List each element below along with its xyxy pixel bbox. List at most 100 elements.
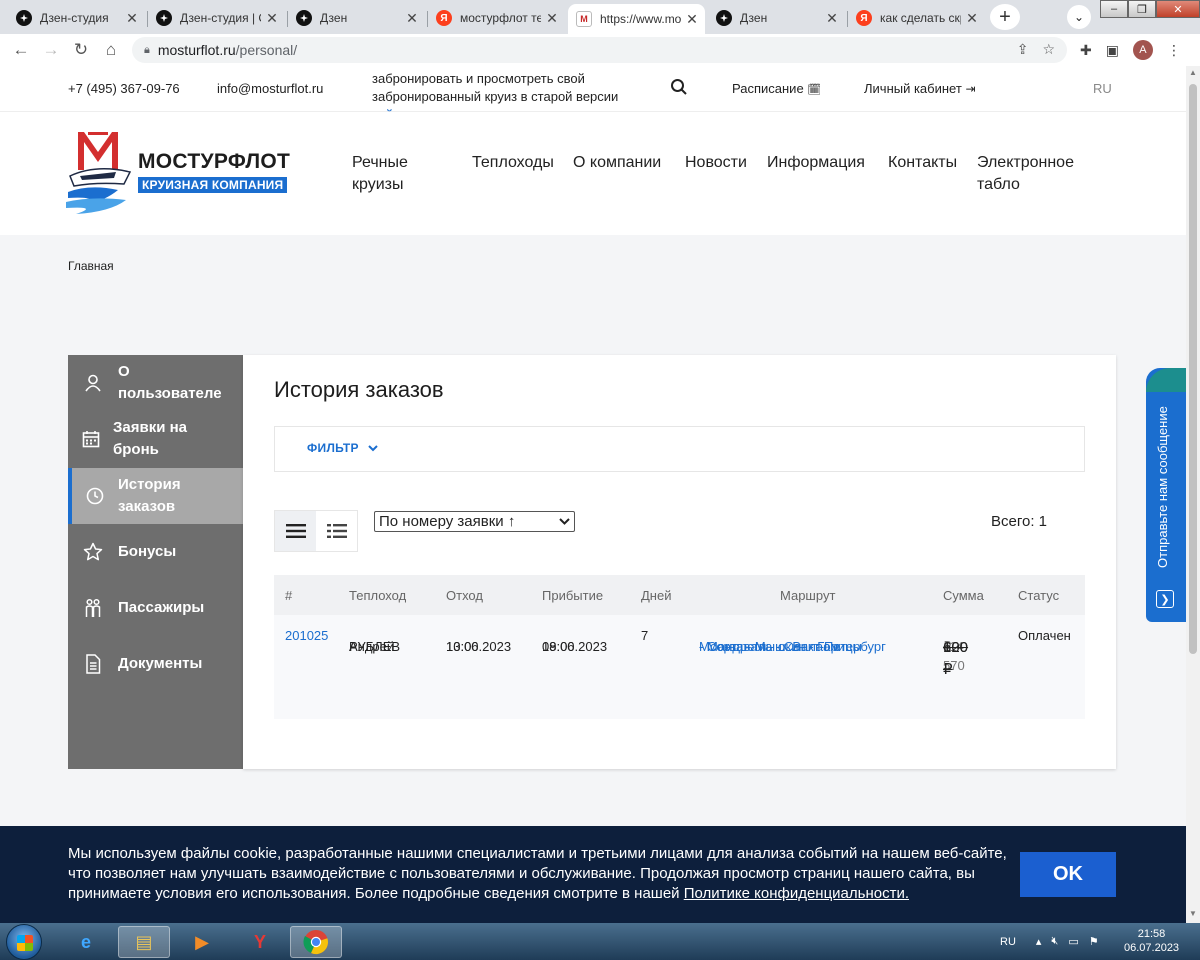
column-header: Теплоход <box>349 588 407 603</box>
login-icon: ⇥ <box>965 82 976 96</box>
route-links[interactable]: Москва - Мышкин - Горицы - Мандроги - о.… <box>699 626 919 664</box>
sidebar-item-order-history[interactable]: История заказов <box>68 468 243 524</box>
filter-bar: ФИЛЬТР <box>274 426 1085 472</box>
browser-tab-active[interactable]: М https://www.mo ✕ <box>568 4 705 34</box>
arrow-up-icon[interactable]: ▴ <box>1036 935 1042 948</box>
search-icon[interactable] <box>670 78 688 101</box>
yandex-icon: Я <box>436 10 452 26</box>
column-header: # <box>285 588 293 603</box>
sort-select[interactable]: По номеру заявки ↑ <box>374 511 575 532</box>
browser-tab-title: мостурфлот теп <box>460 11 541 25</box>
network-icon[interactable]: ▭ <box>1068 935 1078 948</box>
language-switch[interactable]: RU <box>1093 81 1112 96</box>
lock-icon[interactable]: 🔒︎ <box>144 44 150 57</box>
share-icon[interactable]: ⇪ <box>1017 41 1029 58</box>
close-icon[interactable]: ✕ <box>825 10 839 27</box>
nav-item-info[interactable]: Информация <box>767 152 865 174</box>
logo-brand: МОСТУРФЛОТ <box>138 150 291 173</box>
sidebar-item-documents[interactable]: Документы <box>68 651 243 677</box>
internet-explorer-icon[interactable]: e <box>60 926 112 958</box>
browser-tab[interactable]: Дзен-студия ✕ <box>8 4 145 32</box>
nav-item-ships[interactable]: Теплоходы <box>472 152 554 174</box>
site-logo[interactable]: МОСТУРФЛОТ КРУИЗНАЯ КОМПАНИЯ <box>66 126 296 216</box>
close-icon[interactable]: ✕ <box>685 11 699 28</box>
browser-tab[interactable]: Я мостурфлот теп ✕ <box>428 4 565 32</box>
maximize-button[interactable]: ❐ <box>1128 0 1156 18</box>
profile-avatar[interactable]: A <box>1132 40 1153 60</box>
sidebar-item-passengers[interactable]: Пассажиры <box>68 595 243 621</box>
nav-item-news[interactable]: Новости <box>685 152 747 174</box>
sidebar-item-profile[interactable]: Опользователе <box>68 363 243 403</box>
browser-tab[interactable]: Дзен-студия | С ✕ <box>148 4 285 32</box>
media-player-icon[interactable]: ▶ <box>176 926 228 958</box>
personal-cabinet-link[interactable]: Личный кабинет ⇥ <box>864 81 976 96</box>
browser-tab[interactable]: Дзен ✕ <box>288 4 425 32</box>
nav-item-cruises[interactable]: Речные круизы <box>352 152 408 196</box>
yandex-browser-icon[interactable]: Y <box>234 926 286 958</box>
start-button[interactable] <box>6 924 42 960</box>
close-icon[interactable]: ✕ <box>125 10 139 27</box>
browser-tab-title: https://www.mo <box>600 12 681 26</box>
column-header: Дней <box>641 588 672 603</box>
breadcrumb[interactable]: Главная <box>68 259 114 273</box>
email-link[interactable]: info@mosturflot.ru <box>217 81 323 96</box>
close-icon[interactable]: ✕ <box>265 10 279 27</box>
home-icon[interactable]: ⌂ <box>96 40 126 60</box>
browser-tab[interactable]: Дзен ✕ <box>708 4 845 32</box>
cookie-banner: Мы используем файлы cookie, разработанны… <box>0 826 1186 923</box>
browser-tab-title: Дзен-студия <box>40 11 109 25</box>
page-scrollbar[interactable]: ▲ ▼ <box>1186 66 1200 923</box>
phone-link[interactable]: +7 (495) 367-09-76 <box>68 81 180 96</box>
dzen-icon <box>156 10 172 26</box>
close-icon[interactable]: ✕ <box>545 10 559 27</box>
close-icon[interactable]: ✕ <box>405 10 419 27</box>
orders-table: # Теплоход Отход Прибытие Дней Маршрут С… <box>274 575 1085 719</box>
close-icon[interactable]: ✕ <box>965 10 979 27</box>
new-tab-button[interactable]: + <box>990 4 1020 30</box>
dzen-icon <box>296 10 312 26</box>
sidebar-item-requests[interactable]: Заявки на бронь <box>68 417 243 461</box>
browser-tab-title: Дзен-студия | С <box>180 11 261 25</box>
file-explorer-icon[interactable]: ▤ <box>118 926 170 958</box>
browser-tab[interactable]: Я как сделать скр ✕ <box>848 4 985 32</box>
chrome-icon[interactable] <box>290 926 342 958</box>
bookmark-star-icon[interactable]: ☆ <box>1042 41 1055 58</box>
volume-muted-icon[interactable]: 🔇︎ <box>1051 935 1058 948</box>
compact-view-button[interactable] <box>316 511 357 551</box>
filter-toggle-button[interactable]: ФИЛЬТР <box>307 441 379 455</box>
nav-item-about[interactable]: О компании <box>573 152 661 174</box>
cookie-ok-button[interactable]: OK <box>1020 852 1116 897</box>
window-close-button[interactable]: ✕ <box>1156 0 1200 18</box>
list-icon <box>285 524 306 538</box>
detail-list-icon <box>326 524 347 538</box>
action-center-flag-icon[interactable]: ⚑ <box>1089 935 1099 948</box>
reload-icon[interactable]: ↻ <box>66 40 96 60</box>
back-arrow-icon[interactable]: ← <box>6 40 36 60</box>
column-header: Сумма <box>943 588 984 603</box>
nav-item-board[interactable]: Электронное табло <box>977 152 1074 196</box>
page-title: История заказов <box>274 377 444 402</box>
window-controls: – ❐ ✕ <box>1100 0 1200 18</box>
star-icon <box>68 542 118 562</box>
minimize-button[interactable]: – <box>1100 0 1128 18</box>
address-bar[interactable]: 🔒︎ mosturflot.ru/personal/ ⇪ ☆ <box>132 37 1067 63</box>
table-row: 201025 Андрей РУБЛЕВ 13.06.2023 10:00 19.0… <box>274 615 1085 719</box>
order-number-link[interactable]: 201025 <box>285 626 328 645</box>
input-language[interactable]: RU <box>1000 936 1016 948</box>
list-view-button[interactable] <box>275 511 316 551</box>
user-icon <box>68 374 118 392</box>
privacy-policy-link[interactable]: Политике конфиденциальности. <box>684 885 909 902</box>
menu-dots-icon[interactable]: ⋮ <box>1167 42 1181 59</box>
extensions-icon[interactable]: ✚ <box>1080 42 1092 59</box>
schedule-link[interactable]: Расписание 🗓︎ <box>732 81 821 96</box>
taskbar-clock[interactable]: 21:58 06.07.2023 <box>1124 927 1179 955</box>
feedback-tab[interactable]: Отправьте нам сообщение ❯ <box>1146 368 1186 622</box>
system-tray: RU ▴ 🔇︎ ▭ ⚑ <box>1000 923 1099 960</box>
forward-arrow-icon[interactable]: → <box>36 40 66 60</box>
nav-item-contacts[interactable]: Контакты <box>888 152 957 174</box>
side-panel-icon[interactable]: ▣ <box>1106 42 1119 59</box>
browser-toolbar: ← → ↻ ⌂ 🔒︎ mosturflot.ru/personal/ ⇪ ☆ ✚… <box>0 34 1200 66</box>
sidebar-item-bonuses[interactable]: Бонусы <box>68 539 243 565</box>
chevron-down-icon[interactable]: ⌄ <box>1067 5 1091 29</box>
document-icon <box>68 654 118 674</box>
